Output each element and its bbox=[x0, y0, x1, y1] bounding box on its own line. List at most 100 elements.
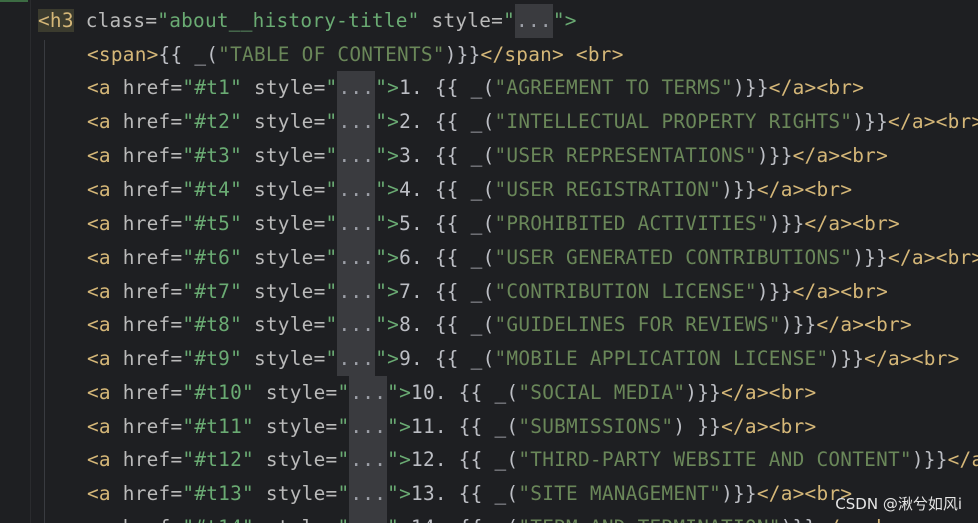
code-tag-a: <a bbox=[87, 381, 111, 404]
code-i18n-string: "TERM AND TERMINATION" bbox=[518, 516, 780, 523]
code-link-number: 12. bbox=[411, 448, 447, 471]
code-line-h3[interactable]: <h3 class="about__history-title" style="… bbox=[38, 4, 577, 38]
code-attr-href: href= bbox=[110, 415, 183, 438]
code-close: "> bbox=[375, 178, 400, 201]
code-line-link[interactable]: <a href="#t3" style="...">3. {{ _("USER … bbox=[87, 139, 888, 173]
watermark: CSDN @湫兮如风i bbox=[835, 495, 962, 513]
code-value-href: "#t2" bbox=[182, 110, 243, 133]
code-line-link[interactable]: <a href="#t9" style="...">9. {{ _("MOBIL… bbox=[87, 342, 960, 376]
code-attr-href: href= bbox=[110, 178, 183, 201]
code-expr-close: )}} bbox=[756, 280, 793, 303]
fold-placeholder[interactable]: ... bbox=[337, 139, 376, 173]
code-tag-a: <a bbox=[87, 313, 111, 336]
code-attr-href: href= bbox=[110, 347, 183, 370]
code-quote: " bbox=[337, 448, 350, 471]
code-i18n-string: "GUIDELINES FOR REVIEWS" bbox=[494, 313, 781, 336]
code-tag-a: <a bbox=[87, 482, 111, 505]
code-tag-a: <a bbox=[87, 516, 111, 523]
code-expr-open: {{ _( bbox=[447, 516, 519, 523]
code-i18n-string: "SITE MANAGEMENT" bbox=[518, 482, 722, 505]
code-tag-a-close: </a><br> bbox=[768, 76, 865, 99]
code-attr-href: href= bbox=[110, 313, 183, 336]
code-expr-open: {{ _( bbox=[446, 482, 519, 505]
code-attr-style: style= bbox=[242, 212, 326, 235]
code-link-number: 13. bbox=[411, 482, 447, 505]
code-close: "> bbox=[375, 347, 400, 370]
code-close: "> bbox=[375, 280, 400, 303]
code-tag-h3: <h3 bbox=[38, 9, 74, 32]
code-expr-open: {{ _( bbox=[446, 415, 519, 438]
code-line-link[interactable]: <a href="#t5" style="...">5. {{ _("PROHI… bbox=[87, 207, 900, 241]
code-attr-href: href= bbox=[110, 76, 183, 99]
code-editor[interactable]: <h3 class="about__history-title" style="… bbox=[0, 0, 978, 523]
code-line-span[interactable]: <span>{{ _("TABLE OF CONTENTS")}}</span>… bbox=[87, 38, 624, 72]
code-expr-close: )}} bbox=[768, 212, 805, 235]
code-tag-a: <a bbox=[87, 144, 111, 167]
code-attr-href: href= bbox=[111, 516, 183, 523]
code-expr-open: {{ _( bbox=[422, 110, 495, 133]
code-link-number: 14. bbox=[411, 516, 447, 523]
code-tag-a-close: </a><br> bbox=[888, 110, 978, 133]
fold-placeholder[interactable]: ... bbox=[349, 410, 388, 444]
code-tag-a-close: </a><br> bbox=[816, 516, 911, 523]
code-line-link[interactable]: <a href="#t8" style="...">8. {{ _("GUIDE… bbox=[87, 308, 912, 342]
code-line-link[interactable]: <a href="#t14" style="...">14. {{ _("TER… bbox=[87, 511, 912, 523]
code-expr-open: {{ _( bbox=[422, 76, 495, 99]
fold-placeholder[interactable]: ... bbox=[337, 241, 376, 275]
code-tag-a: <a bbox=[87, 347, 111, 370]
code-attr-style: style= bbox=[242, 178, 326, 201]
fold-placeholder[interactable]: ... bbox=[337, 71, 376, 105]
fold-placeholder[interactable]: ... bbox=[349, 443, 388, 477]
code-expr-open: {{ _( bbox=[422, 178, 495, 201]
code-quote: " bbox=[337, 482, 350, 505]
code-line-link[interactable]: <a href="#t12" style="...">12. {{ _("THI… bbox=[87, 443, 978, 477]
code-value-href: "#t14" bbox=[182, 516, 254, 523]
code-line-link[interactable]: <a href="#t11" style="...">11. {{ _("SUB… bbox=[87, 410, 816, 444]
code-attr-style: style= bbox=[242, 246, 326, 269]
code-expr-close: )}} bbox=[781, 516, 817, 523]
fold-placeholder[interactable]: ... bbox=[349, 511, 388, 523]
fold-placeholder[interactable]: ... bbox=[337, 308, 376, 342]
fold-placeholder[interactable]: ... bbox=[337, 105, 376, 139]
code-i18n-string: "USER REGISTRATION" bbox=[494, 178, 722, 201]
code-tag-a-close: </a><br> bbox=[816, 313, 912, 336]
code-expr-close: )}} bbox=[911, 448, 948, 471]
code-close: "> bbox=[375, 313, 400, 336]
code-attr-style: style= bbox=[242, 144, 326, 167]
code-tag-a-close: </a><br> bbox=[792, 280, 889, 303]
code-quote: " bbox=[337, 381, 350, 404]
code-value-href: "#t6" bbox=[182, 246, 243, 269]
code-line-link[interactable]: <a href="#t6" style="...">6. {{ _("USER … bbox=[87, 241, 978, 275]
fold-placeholder[interactable]: ... bbox=[515, 4, 553, 38]
code-line-link[interactable]: <a href="#t10" style="...">10. {{ _("SOC… bbox=[87, 376, 816, 410]
code-tag-a: <a bbox=[87, 110, 111, 133]
code-line-link[interactable]: <a href="#t13" style="...">13. {{ _("SIT… bbox=[87, 477, 852, 511]
code-attr-href: href= bbox=[110, 246, 183, 269]
fold-placeholder[interactable]: ... bbox=[337, 207, 376, 241]
code-line-link[interactable]: <a href="#t1" style="...">1. {{ _("AGREE… bbox=[87, 71, 864, 105]
code-tag-a: <a bbox=[87, 212, 111, 235]
code-tag-a-close: </a><br> bbox=[888, 246, 978, 269]
code-value-href: "#t13" bbox=[182, 482, 254, 505]
code-line-link[interactable]: <a href="#t7" style="...">7. {{ _("CONTR… bbox=[87, 275, 888, 309]
code-expr-open: {{ _( bbox=[422, 144, 495, 167]
code-line-link[interactable]: <a href="#t4" style="...">4. {{ _("USER … bbox=[87, 173, 852, 207]
fold-placeholder[interactable]: ... bbox=[337, 275, 376, 309]
code-link-number: 9. bbox=[399, 347, 423, 370]
fold-placeholder[interactable]: ... bbox=[349, 477, 388, 511]
code-i18n-string: "THIRD-PARTY WEBSITE AND CONTENT" bbox=[518, 448, 912, 471]
code-attr-style: style= bbox=[253, 381, 338, 404]
code-close: "> bbox=[387, 415, 412, 438]
editor-gutter[interactable] bbox=[0, 0, 31, 523]
code-i18n-string: "SUBMISSIONS" bbox=[518, 415, 674, 438]
code-attr-class: class= bbox=[73, 9, 158, 32]
code-i18n-string: "PROHIBITED ACTIVITIES" bbox=[494, 212, 769, 235]
code-quote: " bbox=[325, 76, 338, 99]
code-line-link[interactable]: <a href="#t2" style="...">2. {{ _("INTEL… bbox=[87, 105, 978, 139]
code-tag-a: <a bbox=[87, 76, 111, 99]
code-value-href: "#t11" bbox=[182, 415, 254, 438]
fold-placeholder[interactable]: ... bbox=[349, 376, 388, 410]
code-attr-style: style= bbox=[242, 76, 326, 99]
fold-placeholder[interactable]: ... bbox=[337, 173, 376, 207]
fold-placeholder[interactable]: ... bbox=[337, 342, 376, 376]
